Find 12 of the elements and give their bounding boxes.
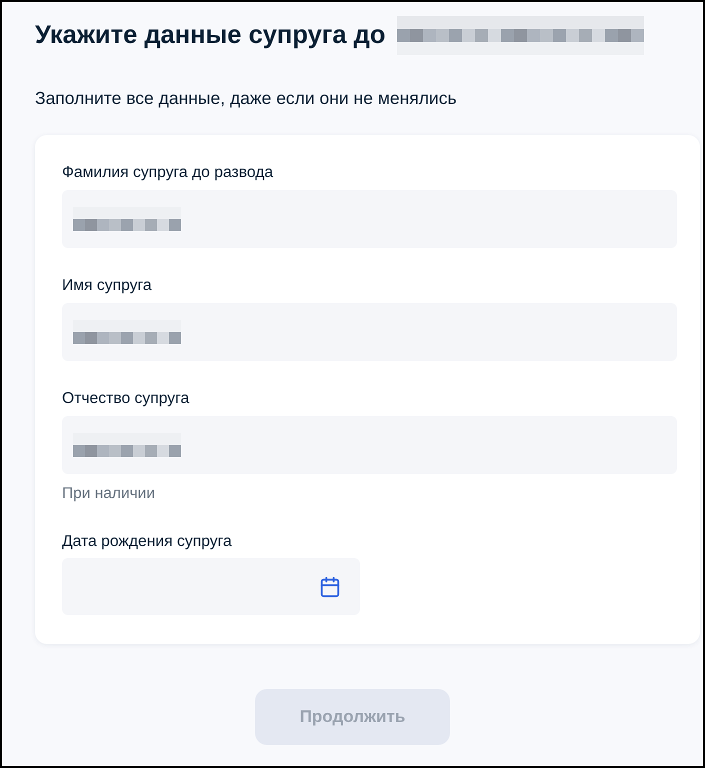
page-subtitle: Заполните все данные, даже если они не менялись (35, 88, 457, 108)
field-label: Имя супруга (62, 276, 152, 296)
field-label: Дата рождения супруга (62, 532, 232, 552)
date-input-field[interactable] (62, 558, 360, 615)
page-title: Укажите данные супруга до (35, 20, 386, 51)
field-label: Отчество супруга (62, 389, 190, 409)
calendar-icon[interactable] (319, 576, 341, 598)
field-label: Фамилия супруга до развода (62, 163, 274, 183)
field-hint: При наличии (62, 484, 155, 504)
text-input-field[interactable] (62, 303, 677, 361)
text-input-field[interactable] (62, 416, 677, 474)
text-input-field[interactable] (62, 190, 677, 248)
